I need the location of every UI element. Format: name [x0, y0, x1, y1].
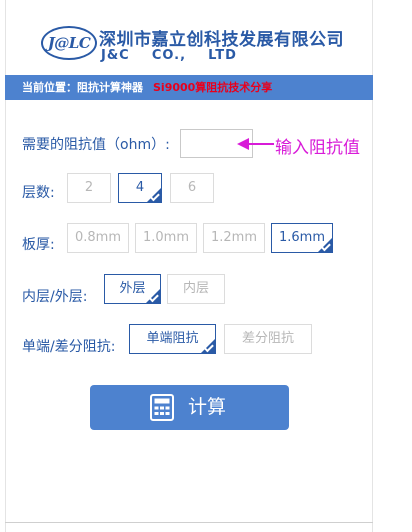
- arrow-left-icon: [237, 138, 274, 150]
- option-label: 0.8mm: [74, 230, 121, 245]
- calculate-button-label: 计算: [188, 396, 227, 418]
- thickness-option-1.0[interactable]: 1.0mm: [135, 223, 197, 253]
- layer-option-inner[interactable]: 内层: [167, 274, 225, 304]
- layers-option-4[interactable]: 4: [118, 173, 162, 203]
- breadcrumb: 当前位置：阻抗计算神器 Si9000算阻抗技术分享: [5, 75, 373, 100]
- breadcrumb-label: 当前位置：: [22, 81, 77, 94]
- layers-option-6[interactable]: 6: [170, 173, 214, 203]
- option-label: 2: [84, 180, 94, 195]
- type-option-differential[interactable]: 差分阻抗: [224, 324, 312, 354]
- breadcrumb-current[interactable]: Si9000算阻抗技术分享: [153, 81, 272, 94]
- check-icon: [148, 291, 159, 303]
- site-header: J@LC 深圳市嘉立创科技发展有限公司 J&C CO., LTD: [5, 6, 373, 74]
- option-label: 1.0mm: [142, 230, 189, 245]
- option-label: 差分阻抗: [241, 331, 294, 346]
- layers-label: 层数:: [22, 185, 55, 201]
- option-label: 内层: [182, 281, 209, 296]
- footer-divider: [5, 522, 373, 523]
- thickness-option-1.6[interactable]: 1.6mm: [271, 223, 333, 253]
- breadcrumb-link[interactable]: 阻抗计算神器: [77, 81, 143, 94]
- company-name-en: J&C CO., LTD: [101, 48, 237, 63]
- impedance-label: 需要的阻抗值（ohm）:: [22, 137, 170, 153]
- option-label: 1.2mm: [210, 230, 257, 245]
- option-label: 6: [187, 180, 197, 195]
- company-name-cn: 深圳市嘉立创科技发展有限公司: [99, 30, 344, 50]
- layer-option-outer[interactable]: 外层: [104, 274, 161, 304]
- layers-option-2[interactable]: 2: [67, 173, 111, 203]
- calculator-icon: [150, 394, 174, 421]
- layer-position-label: 内层/外层:: [22, 289, 88, 305]
- option-label: 4: [135, 180, 145, 195]
- company-logo[interactable]: J@LC: [41, 26, 97, 60]
- type-option-single[interactable]: 单端阻抗: [129, 324, 216, 354]
- check-icon: [203, 341, 214, 353]
- thickness-label: 板厚:: [22, 237, 55, 253]
- check-icon: [149, 190, 160, 202]
- impedance-hint: 输入阻抗值: [275, 138, 360, 158]
- thickness-option-0.8[interactable]: 0.8mm: [67, 223, 129, 253]
- option-label: 1.6mm: [278, 230, 325, 245]
- thickness-option-1.2[interactable]: 1.2mm: [203, 223, 265, 253]
- option-label: 单端阻抗: [146, 331, 199, 346]
- impedance-type-label: 单端/差分阻抗:: [22, 339, 116, 355]
- option-label: 外层: [119, 281, 146, 296]
- calculate-button[interactable]: 计算: [90, 385, 289, 430]
- check-icon: [320, 240, 331, 252]
